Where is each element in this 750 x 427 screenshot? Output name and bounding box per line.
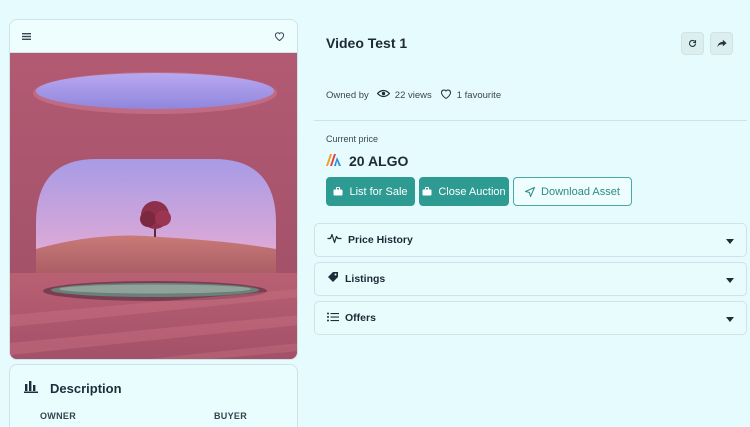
tag-icon	[327, 270, 339, 288]
list-icon	[327, 309, 339, 327]
share-button[interactable]	[710, 32, 733, 55]
divider	[314, 120, 747, 121]
list-for-sale-label: List for Sale	[349, 185, 408, 198]
buyer-column-header: BUYER	[213, 411, 247, 421]
download-asset-label: Download Asset	[541, 185, 620, 198]
price-history-label: Price History	[348, 234, 413, 246]
owner-column-header: OWNER	[40, 411, 76, 421]
activity-icon	[327, 231, 342, 249]
price-value: 20 ALGO	[349, 153, 409, 169]
chevron-down-icon	[726, 231, 734, 249]
heart-icon[interactable]	[274, 31, 285, 41]
description-card: Description OWNER BUYER	[9, 364, 298, 427]
close-auction-label: Close Auction	[438, 185, 506, 198]
item-title: Video Test 1	[326, 35, 408, 51]
list-for-sale-button[interactable]: List for Sale	[326, 177, 415, 206]
action-buttons: List for Sale Close Auction Download Ass…	[326, 177, 632, 206]
briefcase-icon	[333, 187, 343, 196]
media-card	[9, 19, 298, 360]
share-icon	[716, 35, 727, 53]
description-title: Description	[50, 381, 122, 396]
algo-logo-icon	[326, 153, 342, 169]
chevron-down-icon	[726, 270, 734, 288]
offers-section[interactable]: Offers	[314, 301, 747, 335]
owned-by-label: Owned by	[326, 89, 369, 101]
send-icon	[525, 186, 536, 197]
refresh-button[interactable]	[681, 32, 704, 55]
bar-chart-icon	[24, 379, 38, 398]
artwork-image	[10, 53, 297, 359]
top-actions	[681, 32, 733, 55]
menu-icon[interactable]	[22, 32, 31, 40]
refresh-icon	[688, 35, 697, 53]
offers-label: Offers	[345, 312, 376, 324]
price-history-section[interactable]: Price History	[314, 223, 747, 257]
favourites-count: 1 favourite	[456, 89, 502, 101]
eye-icon	[376, 89, 391, 101]
briefcase-icon	[422, 187, 432, 196]
close-auction-button[interactable]: Close Auction	[419, 177, 509, 206]
listings-section[interactable]: Listings	[314, 262, 747, 296]
views-count: 22 views	[394, 89, 432, 101]
download-asset-button[interactable]: Download Asset	[513, 177, 632, 206]
description-header[interactable]: Description	[10, 365, 297, 398]
media-header	[10, 20, 297, 53]
listings-label: Listings	[345, 273, 386, 285]
chevron-down-icon	[726, 309, 734, 327]
current-price: 20 ALGO	[326, 153, 408, 169]
current-price-label: Current price	[326, 134, 379, 144]
heart-outline-icon	[440, 88, 452, 102]
description-columns: OWNER BUYER	[10, 398, 297, 421]
item-meta: Owned by 22 views 1 favourite	[326, 88, 501, 102]
